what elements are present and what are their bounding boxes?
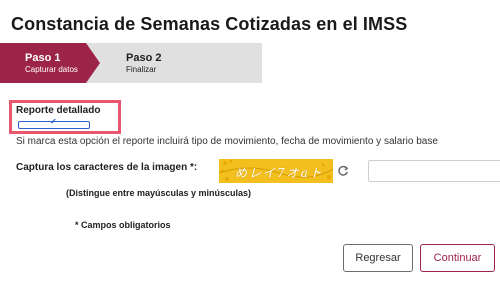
captcha-input[interactable]: [368, 160, 500, 182]
step-1-number: Paso 1: [25, 52, 61, 64]
checkmark-icon: ✔: [50, 117, 57, 126]
step-2-number: Paso 2: [126, 52, 162, 64]
report-help-text: Si marca esta opción el reporte incluirá…: [16, 136, 438, 147]
captcha-image: めレイ7オaト: [219, 159, 333, 183]
refresh-icon[interactable]: [337, 165, 349, 177]
stepper: Paso 1 Capturar datos Paso 2 Finalizar: [0, 43, 262, 83]
step-2: Paso 2 Finalizar: [126, 52, 161, 74]
captcha-text: めレイ7オaト: [235, 166, 324, 180]
step-1-label: Capturar datos: [25, 65, 78, 74]
page-title: Constancia de Semanas Cotizadas en el IM…: [11, 14, 408, 34]
step-1: Paso 1 Capturar datos: [0, 43, 100, 83]
captcha-label: Captura los caracteres de la imagen *:: [16, 162, 198, 173]
back-button[interactable]: Regresar: [343, 244, 413, 272]
step-2-label: Finalizar: [126, 65, 157, 74]
required-fields-note: * Campos obligatorios: [75, 220, 171, 230]
report-detailed-label: Reporte detallado: [16, 105, 101, 116]
captcha-hint: (Distingue entre mayúsculas y minúsculas…: [66, 188, 252, 198]
continue-button[interactable]: Continuar: [420, 244, 495, 272]
